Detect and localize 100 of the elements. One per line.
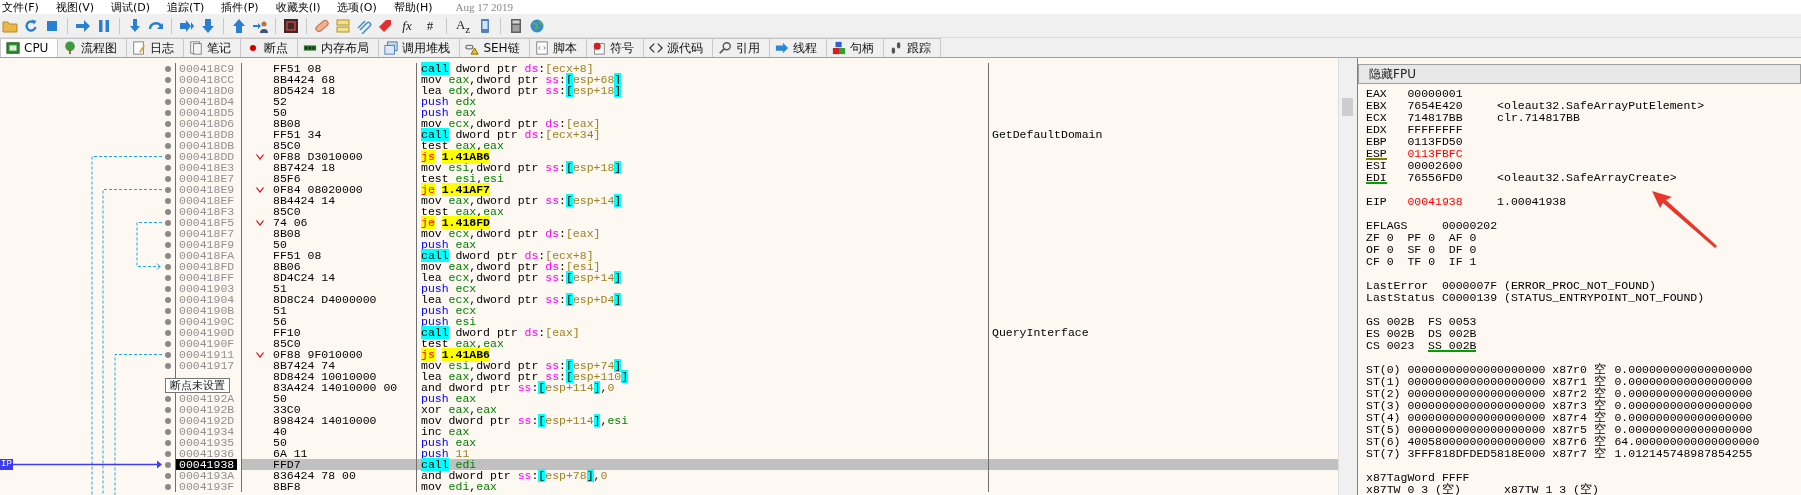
breakpoint-dot[interactable] (164, 164, 171, 171)
menu-item[interactable]: 插件(P) (221, 0, 259, 14)
scrollbar-thumb[interactable] (1342, 98, 1353, 116)
register-value[interactable]: 76556FD0 (1407, 171, 1463, 184)
register-value[interactable]: FFFFFFFF (1407, 123, 1463, 136)
breakpoint-dot[interactable] (164, 318, 171, 325)
register-value[interactable]: 0113FBFC (1407, 147, 1463, 160)
menu-item[interactable]: 收藏夹(I) (275, 0, 321, 14)
breakpoint-dot[interactable] (164, 241, 171, 248)
breakpoint-dot[interactable] (164, 98, 171, 105)
breakpoint-dot[interactable] (164, 395, 171, 402)
menu-item[interactable]: 选项(O) (337, 0, 377, 14)
paperclip-icon[interactable] (356, 17, 372, 34)
breakpoint-dot[interactable] (164, 109, 171, 116)
breakpoint-dot[interactable] (164, 285, 171, 292)
tab[interactable]: 符号 (585, 38, 644, 57)
menu-item[interactable]: 帮助(H) (393, 0, 433, 14)
pause-icon[interactable] (96, 17, 112, 34)
breakpoint-dot[interactable] (164, 142, 171, 149)
breakpoint-dot[interactable] (164, 340, 171, 347)
breakpoint-dot[interactable] (164, 153, 171, 160)
address-cell-text: 000418CC (178, 74, 236, 85)
tab[interactable]: CPU (0, 38, 59, 57)
breakpoint-dot[interactable] (164, 439, 171, 446)
tab[interactable]: 源代码 (642, 38, 713, 57)
breakpoint-dot[interactable] (164, 175, 171, 182)
step-into-icon[interactable] (127, 17, 143, 34)
register-value[interactable]: 00000000000000000000 (1407, 424, 1553, 436)
breakpoint-dot[interactable] (164, 417, 171, 424)
arrow-up-icon[interactable] (231, 17, 247, 34)
breakpoint-dot[interactable] (164, 406, 171, 413)
tab[interactable]: 调用堆栈 (378, 38, 461, 57)
menu-item[interactable]: 文件(F) (2, 0, 39, 14)
breakpoint-dot[interactable] (164, 186, 171, 193)
register-value[interactable]: 7654E420 (1407, 99, 1463, 112)
tab[interactable]: 句柄 (825, 38, 884, 57)
register-value[interactable]: FFFF (1441, 472, 1470, 484)
breakpoint-dot[interactable] (164, 197, 171, 204)
breakpoint-dot[interactable] (164, 76, 171, 83)
breakpoint-dot[interactable] (164, 329, 171, 336)
register-value[interactable]: 00002600 (1407, 159, 1463, 172)
breakpoint-dot[interactable] (164, 428, 171, 435)
restart-icon[interactable] (23, 17, 39, 34)
breakpoint-dot[interactable] (164, 461, 171, 468)
register-value[interactable]: 00000000000000000000 (1407, 412, 1553, 424)
menu-item[interactable]: 调试(D) (111, 0, 151, 14)
breakpoint-dot[interactable] (164, 307, 171, 314)
note-icon[interactable] (335, 17, 351, 34)
register-value[interactable]: 0113FD50 (1407, 135, 1463, 148)
register-value[interactable]: 0000007F (1441, 280, 1498, 292)
register-value[interactable]: 714817BB (1407, 111, 1463, 124)
breakpoint-dot[interactable] (164, 483, 171, 490)
tab[interactable]: 日志 (126, 38, 185, 57)
register-value[interactable]: 00000202 (1441, 220, 1498, 232)
tab[interactable]: 跟踪 (882, 38, 941, 57)
tab[interactable]: 引用 (711, 38, 770, 57)
register-value[interactable]: 40058000000000000000 (1407, 436, 1553, 448)
breakpoint-dot[interactable] (164, 263, 171, 270)
breakpoint-dot[interactable] (164, 208, 171, 215)
register-value[interactable]: 00000000000000000000 (1407, 364, 1553, 376)
tab[interactable]: 断点 (240, 38, 299, 57)
breakpoint-dot[interactable] (164, 351, 171, 358)
breakpoint-dot[interactable] (164, 120, 171, 127)
arrow-down-icon[interactable] (200, 17, 216, 34)
breakpoint-dot[interactable] (164, 230, 171, 237)
menu-item[interactable]: 追踪(T) (167, 0, 205, 14)
bytes-cell: 52 (273, 96, 287, 107)
tab[interactable]: 脚本 (528, 38, 587, 57)
tag-icon[interactable] (377, 17, 393, 34)
toolbar-button[interactable]: A$_{z}$ (454, 16, 472, 35)
tab[interactable]: 笔记 (183, 38, 242, 57)
breakpoint-dot[interactable] (164, 131, 171, 138)
register-value[interactable]: 00041938 (1407, 195, 1463, 208)
breakpoint-dot[interactable] (164, 362, 171, 369)
tile-icon[interactable] (283, 17, 299, 34)
menu-item[interactable]: 视图(V) (55, 0, 95, 14)
run-icon[interactable] (75, 17, 91, 34)
tab[interactable]: SEH链 (459, 38, 530, 57)
register-value[interactable]: 00000000000000000000 (1407, 400, 1553, 412)
register-value[interactable]: 3FFF818DFDED5818E000 (1407, 448, 1553, 460)
register-value[interactable]: 00000000000000000000 (1407, 388, 1553, 400)
breakpoint-dot[interactable] (164, 87, 171, 94)
breakpoint-dot[interactable] (164, 296, 171, 303)
breakpoint-dot[interactable] (164, 219, 171, 226)
register-value[interactable]: C0000139 (1441, 292, 1498, 304)
breakpoint-dot[interactable] (164, 252, 171, 259)
tab[interactable]: 线程 (768, 38, 827, 57)
breakpoint-dot[interactable] (164, 65, 171, 72)
breakpoint-dot[interactable] (164, 450, 171, 457)
register-value[interactable]: 00000000000000000000 (1407, 376, 1553, 388)
tab[interactable]: 内存布局 (297, 38, 380, 57)
tab[interactable]: 流程图 (57, 38, 128, 57)
globe-icon[interactable] (529, 17, 545, 34)
register-value[interactable]: 00000001 (1407, 87, 1463, 100)
calculator-icon[interactable] (508, 17, 524, 34)
breakpoint-dot[interactable] (164, 472, 171, 479)
breakpoint-dot[interactable] (164, 274, 171, 281)
hide-fpu-button[interactable]: 隐藏FPU (1358, 64, 1801, 84)
toolbar-button[interactable]: fx (398, 16, 416, 35)
toolbar-button[interactable]: # (421, 16, 439, 35)
